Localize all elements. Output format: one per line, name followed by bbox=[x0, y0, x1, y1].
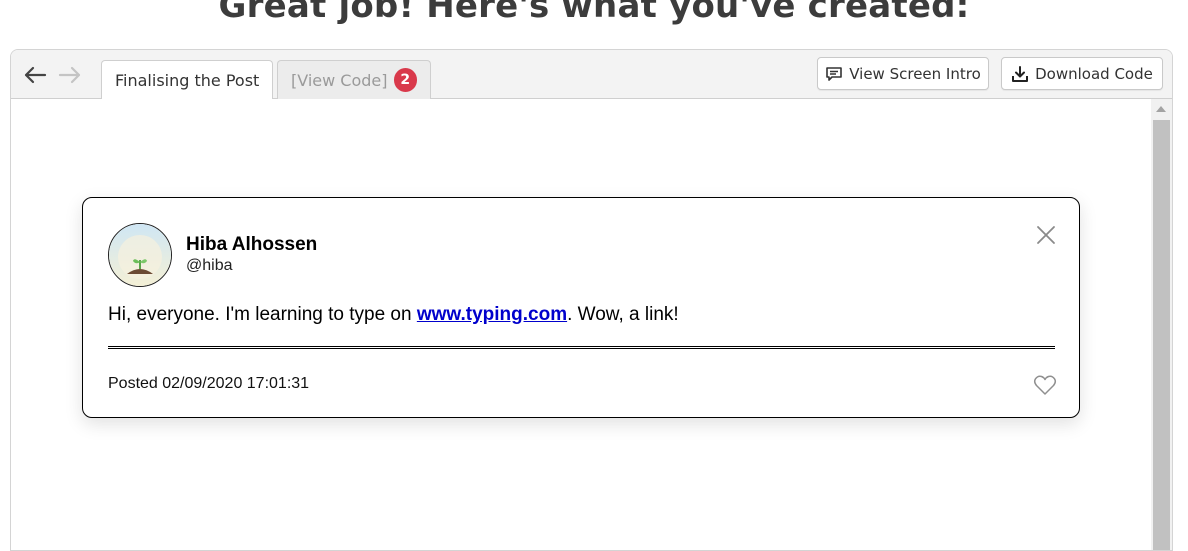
like-button[interactable] bbox=[1033, 374, 1057, 396]
scroll-up-arrow[interactable] bbox=[1156, 106, 1166, 112]
posted-timestamp: Posted 02/09/2020 17:01:31 bbox=[108, 375, 310, 392]
arrow-left-icon bbox=[24, 66, 47, 84]
tab-label: Finalising the Post bbox=[115, 71, 260, 90]
author-handle: @hiba bbox=[186, 257, 233, 274]
post-text-start: Hi, everyone. I'm learning to type on bbox=[108, 304, 417, 325]
close-button[interactable] bbox=[1034, 223, 1058, 247]
heart-icon bbox=[1033, 375, 1057, 395]
post-divider bbox=[108, 346, 1055, 349]
close-icon bbox=[1037, 226, 1055, 244]
avatar bbox=[108, 223, 172, 287]
tab-label: [View Code] bbox=[291, 70, 388, 90]
notification-badge: 2 bbox=[393, 68, 417, 92]
chat-bubble-icon bbox=[826, 66, 843, 81]
download-icon bbox=[1012, 65, 1029, 82]
arrow-right-icon bbox=[58, 66, 81, 84]
page-heading: Great job! Here's what you've created: bbox=[218, 0, 970, 26]
view-screen-intro-label: View Screen Intro bbox=[849, 64, 981, 83]
post-text: Hi, everyone. I'm learning to type on ww… bbox=[108, 304, 679, 326]
back-button[interactable] bbox=[22, 64, 48, 86]
preview-toolbar: Finalising the Post [View Code] 2 View S… bbox=[11, 50, 1172, 100]
tab-finalising-the-post[interactable]: Finalising the Post bbox=[101, 60, 273, 100]
scroll-thumb[interactable] bbox=[1153, 120, 1170, 550]
post-text-end: . Wow, a link! bbox=[567, 304, 679, 325]
view-screen-intro-button[interactable]: View Screen Intro bbox=[817, 57, 989, 90]
preview-window: Finalising the Post [View Code] 2 View S… bbox=[10, 49, 1173, 551]
tab-view-code[interactable]: [View Code] 2 bbox=[277, 60, 431, 99]
post-card: Hiba Alhossen @hiba Hi, everyone. I'm le… bbox=[82, 197, 1080, 418]
preview-content: Hiba Alhossen @hiba Hi, everyone. I'm le… bbox=[11, 99, 1151, 550]
vertical-scrollbar[interactable] bbox=[1151, 99, 1172, 550]
download-code-button[interactable]: Download Code bbox=[1001, 57, 1163, 90]
post-link[interactable]: www.typing.com bbox=[417, 304, 567, 325]
author-name: Hiba Alhossen bbox=[186, 234, 318, 255]
forward-button[interactable] bbox=[57, 64, 83, 86]
download-code-label: Download Code bbox=[1035, 64, 1153, 83]
seedling-avatar bbox=[109, 224, 171, 286]
